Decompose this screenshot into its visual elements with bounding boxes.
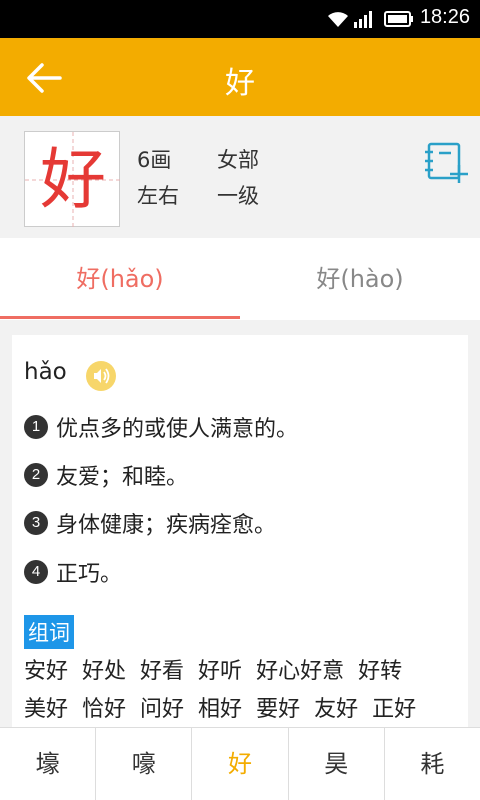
tab-hao3[interactable]: 好(hǎo) — [0, 238, 240, 320]
word-item[interactable]: 好听 — [198, 653, 242, 691]
definition-card: hǎo 1 优点多的或使人满意的。 2 友爱；和睦。 3 身体健康；疾病痊愈。 … — [12, 335, 468, 735]
definition-item: 2 友爱；和睦。 — [24, 459, 188, 491]
radical: 女部 — [217, 148, 259, 172]
nav-char-5[interactable]: 耗 — [385, 728, 480, 800]
character-grid-box: 好 — [24, 131, 121, 228]
nav-char-4[interactable]: 昊 — [289, 728, 385, 800]
definition-number: 3 — [24, 511, 48, 535]
word-item[interactable]: 恰好 — [82, 691, 126, 729]
definition-number: 2 — [24, 463, 48, 487]
definition-number: 4 — [24, 560, 48, 584]
definition-text: 优点多的或使人满意的。 — [56, 417, 299, 442]
active-tab-indicator — [0, 316, 240, 319]
word-item[interactable]: 相好 — [198, 691, 242, 729]
definition-number: 1 — [24, 415, 48, 439]
add-to-notebook-icon[interactable] — [423, 140, 469, 186]
character-info-panel: 好 6画 女部 左右 一级 — [0, 116, 480, 238]
clock: 18:26 — [419, 6, 470, 28]
definition-text: 友爱；和睦。 — [56, 465, 189, 490]
word-list: 安好 好处 好看 好听 好心好意 好转美好 恰好 问好 相好 要好 友好 正好 — [24, 653, 464, 729]
word-item[interactable]: 要好 — [256, 691, 300, 729]
nav-char-2[interactable]: 嚎 — [96, 728, 193, 800]
pronunciation-tabs: 好(hǎo) 好(hào) — [0, 238, 480, 320]
word-item[interactable]: 美好 — [24, 691, 68, 729]
page-title: 好 — [225, 66, 255, 101]
level: 一级 — [217, 184, 259, 208]
battery-icon — [384, 11, 413, 27]
definition-text: 正巧。 — [56, 562, 123, 587]
app-bar: 好 — [0, 38, 480, 116]
character-glyph: 好 — [40, 141, 106, 218]
definition-item: 3 身体健康；疾病痊愈。 — [24, 507, 276, 539]
pinyin: hǎo — [24, 359, 67, 385]
word-item[interactable]: 问好 — [140, 691, 184, 729]
pinyin-row: hǎo — [24, 359, 116, 391]
word-item[interactable]: 友好 — [314, 691, 358, 729]
speaker-icon — [94, 368, 110, 384]
definition-item: 1 优点多的或使人满意的。 — [24, 411, 298, 443]
nav-char-1[interactable]: 壕 — [0, 728, 97, 800]
signal-icon — [354, 11, 372, 28]
stroke-count: 6画 — [137, 148, 172, 172]
word-item[interactable]: 好处 — [82, 653, 126, 691]
structure: 左右 — [137, 184, 179, 208]
status-bar: 18:26 — [0, 0, 480, 38]
nav-char-current[interactable]: 好 — [192, 728, 289, 800]
word-item[interactable]: 好看 — [140, 653, 184, 691]
definition-text: 身体健康；疾病痊愈。 — [56, 513, 277, 538]
word-item[interactable]: 安好 — [24, 653, 68, 691]
definition-item: 4 正巧。 — [24, 556, 122, 588]
word-item[interactable]: 好心好意 — [256, 653, 344, 691]
tab-hao4[interactable]: 好(hào) — [240, 238, 480, 320]
wifi-icon — [328, 12, 348, 27]
words-section-label: 组词 — [24, 615, 74, 649]
word-item[interactable]: 正好 — [372, 691, 416, 729]
speaker-button[interactable] — [86, 361, 116, 391]
adjacent-characters-nav: 壕 嚎 好 昊 耗 — [0, 727, 480, 800]
word-item[interactable]: 好转 — [358, 653, 402, 691]
